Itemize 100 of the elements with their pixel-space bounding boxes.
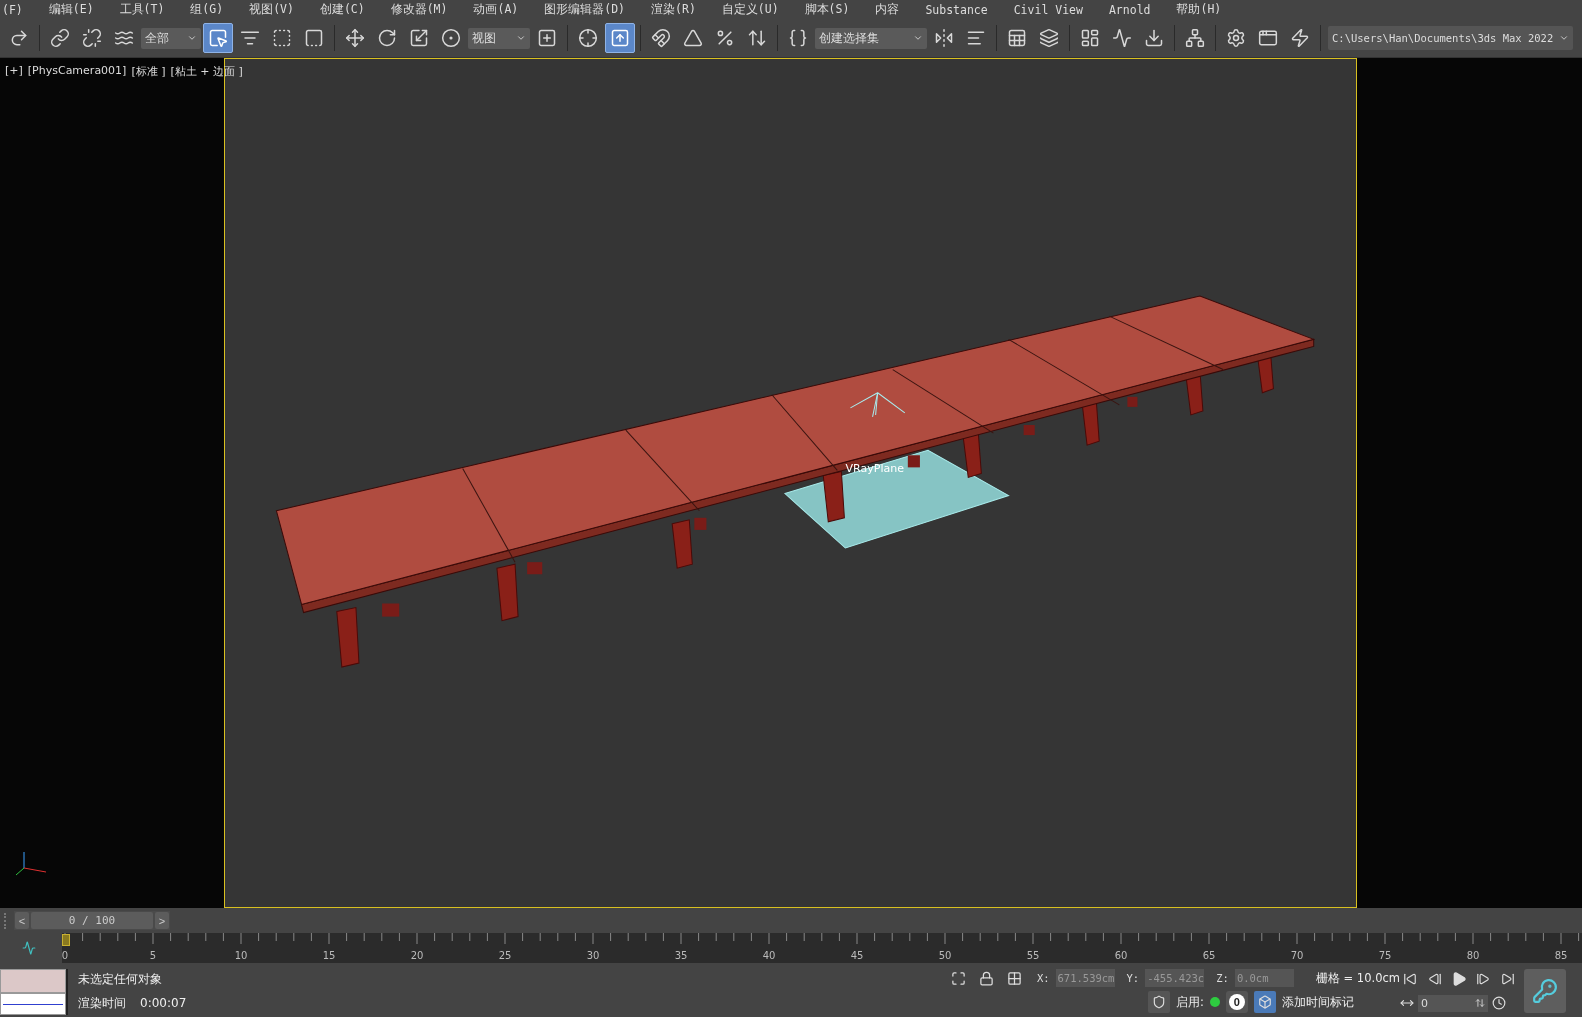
- rotate-icon: [377, 28, 397, 48]
- window-icon: [1258, 28, 1278, 48]
- caret-icon: [187, 33, 197, 43]
- menu-item[interactable]: 动画(A): [473, 2, 519, 17]
- caret-icon: [1559, 33, 1570, 43]
- up-down-arrows-icon: [747, 28, 767, 48]
- align-icon: [966, 28, 986, 48]
- menu-item[interactable]: (F): [2, 2, 23, 17]
- frame-number: 15: [322, 950, 336, 961]
- previous-frame-button[interactable]: <: [15, 912, 29, 929]
- cube-icon: [1257, 995, 1272, 1009]
- viewport-label-menu[interactable]: [标准 ]: [131, 64, 166, 79]
- mirror-icon: [934, 28, 954, 48]
- axis-label: X:: [1036, 972, 1050, 984]
- menu-item[interactable]: Arnold: [1108, 2, 1151, 17]
- frame-number: 35: [674, 950, 688, 961]
- redo-icon: [9, 28, 29, 48]
- braces-icon: [788, 28, 808, 48]
- enable-label: 启用:: [1176, 994, 1204, 1010]
- curve-icon: [22, 941, 36, 955]
- frame-number: 30: [586, 950, 600, 961]
- add-time-tag[interactable]: 添加时间标记: [1281, 994, 1354, 1010]
- frame-number: 50: [938, 950, 952, 961]
- cube-button[interactable]: [1253, 991, 1276, 1013]
- shield-button[interactable]: [1148, 991, 1170, 1013]
- scale-icon: [409, 28, 429, 48]
- spinner-icon: [1475, 998, 1485, 1009]
- status-dot: [1209, 997, 1220, 1007]
- gizmo-drawing: [849, 392, 906, 418]
- curve-icon: [1112, 28, 1132, 48]
- frame-number: 55: [1026, 950, 1040, 961]
- play-icon: [1451, 971, 1467, 988]
- key-icon: [1532, 978, 1558, 1004]
- dropdown[interactable]: 创建选择集: [815, 27, 927, 49]
- caret-icon: [913, 33, 923, 43]
- list-icon: [240, 28, 260, 48]
- dropdown[interactable]: 全部: [141, 27, 201, 49]
- toolbar-button[interactable]: [203, 23, 233, 53]
- menu-item[interactable]: 渲染(R): [651, 2, 696, 17]
- frame-field[interactable]: 0: [1418, 994, 1488, 1012]
- menu-item[interactable]: Civil View: [1013, 2, 1083, 17]
- count-button[interactable]: 0: [1225, 991, 1248, 1013]
- menu-item[interactable]: 修改器(M): [390, 2, 448, 17]
- dashed-square-icon: [272, 28, 292, 48]
- nodes-icon: [1185, 28, 1205, 48]
- step-forward-icon: [1476, 972, 1491, 987]
- viewport-label-menu[interactable]: [PhysCamera001]: [27, 64, 127, 79]
- menu-item[interactable]: 组(G): [190, 2, 224, 17]
- frame-number: 85: [1554, 950, 1568, 961]
- menu-item[interactable]: 视图(V): [249, 2, 294, 17]
- dropdown[interactable]: 视图: [468, 27, 530, 49]
- frame-corners-icon: [951, 970, 967, 986]
- percent-icon: [715, 28, 735, 48]
- gear-icon: [1226, 28, 1246, 48]
- lightning-icon: [1290, 28, 1310, 48]
- toolbar-button[interactable]: [605, 23, 635, 53]
- arrow-up-square-icon: [610, 28, 630, 48]
- menu-item[interactable]: Substance: [925, 2, 988, 17]
- menu-item[interactable]: 图形编辑器(D): [544, 2, 626, 17]
- crosshair-icon: [578, 28, 598, 48]
- viewport-label-menu[interactable]: [+]: [5, 64, 23, 79]
- next-frame-button[interactable]: >: [155, 912, 169, 929]
- skip-forward-icon: [1500, 972, 1515, 987]
- key-mode-button[interactable]: [1524, 969, 1566, 1013]
- download-icon: [1144, 28, 1164, 48]
- frame-number: 25: [498, 950, 512, 961]
- script-listener[interactable]: [0, 969, 68, 1015]
- menu-item[interactable]: 编辑(E): [48, 2, 94, 17]
- frame-number: 70: [1290, 950, 1304, 961]
- render-time: 0:00:07: [140, 996, 187, 1010]
- shield-icon: [1152, 995, 1166, 1009]
- step-back-icon: [1427, 972, 1442, 987]
- caret-icon: [516, 33, 526, 43]
- layers-icon: [1039, 28, 1059, 48]
- frame-number: 40: [762, 950, 776, 961]
- axis-label: Z:: [1216, 972, 1229, 984]
- time-marker[interactable]: [62, 934, 70, 946]
- time-slider[interactable]: < 0 / 100 >: [14, 911, 170, 930]
- frame-number: 75: [1378, 950, 1392, 961]
- frame-number: 65: [1202, 950, 1216, 961]
- menu-item[interactable]: 内容: [875, 2, 900, 17]
- broken-link-icon: [82, 28, 102, 48]
- menu-item[interactable]: 脚本(S): [804, 2, 850, 17]
- menu-item[interactable]: 帮助(H): [1176, 2, 1222, 17]
- grid-size: 栅格 = 10.0cm: [1315, 970, 1400, 986]
- move-icon: [345, 28, 365, 48]
- link-icon: [50, 28, 70, 48]
- project-path-dropdown[interactable]: C:\Users\Han\Documents\3ds Max 2022: [1328, 26, 1574, 50]
- menu-item[interactable]: 自定义(U): [721, 2, 779, 17]
- menu-item[interactable]: 工具(T): [119, 2, 165, 17]
- magnet-icon: [651, 28, 671, 48]
- frame-number: 20: [410, 950, 424, 961]
- frame-number: 60: [1114, 950, 1128, 961]
- frame-number: 0: [62, 950, 69, 961]
- status-message: 未选定任何对象: [78, 970, 163, 988]
- menu-item[interactable]: 创建(C): [319, 2, 365, 17]
- timeline-track[interactable]: 0 5 10 15 20 25 30 35 40 45 50 55 60 65 70 75 80 85: [62, 933, 1582, 963]
- plus-square-icon: [537, 28, 557, 48]
- axis-label: Y:: [1126, 972, 1140, 984]
- frame-number: 5: [149, 950, 157, 961]
